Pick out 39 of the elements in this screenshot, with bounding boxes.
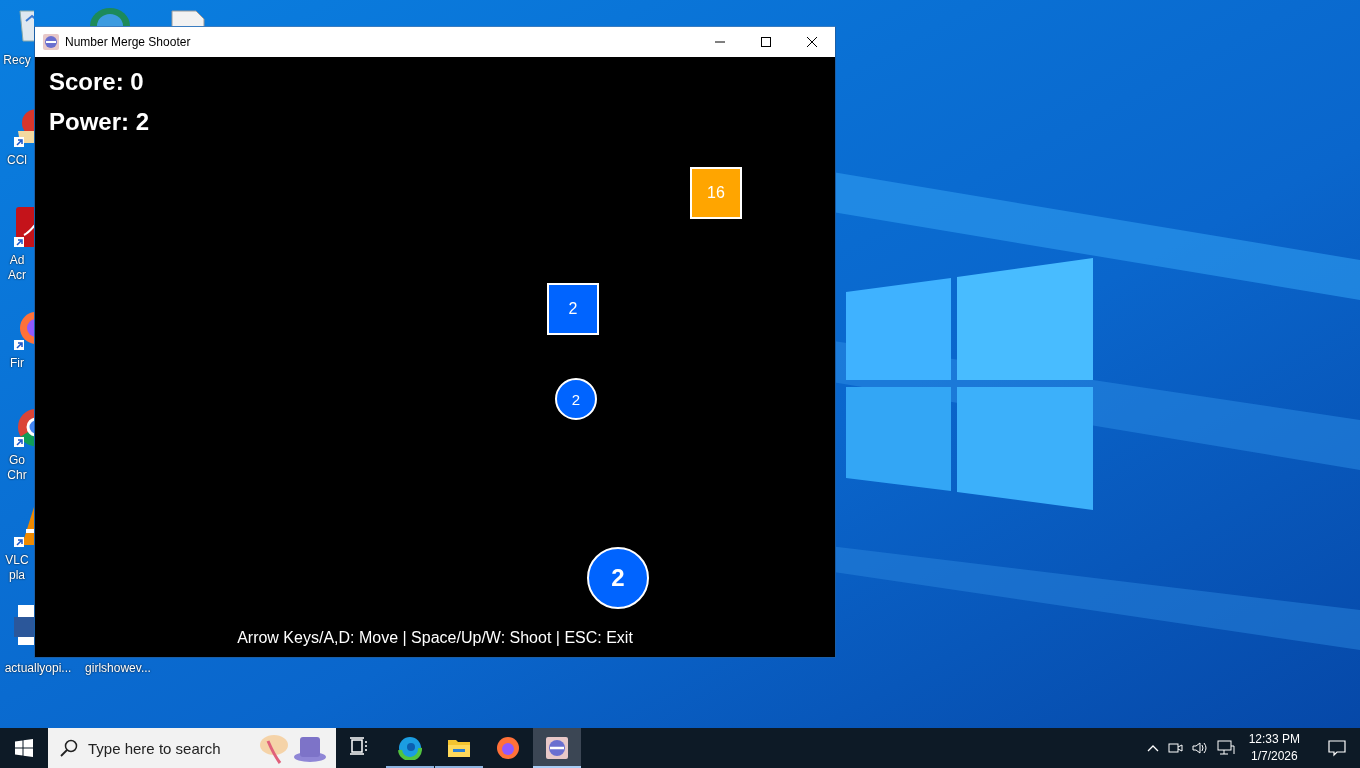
speaker-icon[interactable]: [1190, 740, 1209, 756]
shortcut-arrow-icon: [14, 237, 24, 247]
icon-label[interactable]: actuallyopi...: [0, 661, 76, 676]
icon-label[interactable]: VLC pla: [0, 553, 34, 583]
edge-icon: [398, 736, 422, 760]
network-icon[interactable]: [1216, 740, 1235, 756]
chevron-up-icon[interactable]: [1146, 744, 1159, 752]
icon-label[interactable]: girlshowev...: [80, 661, 156, 676]
number-block: 2: [547, 283, 599, 335]
player-ball: 2: [587, 547, 649, 609]
icon-label[interactable]: Go Chr: [0, 453, 34, 483]
close-icon: [807, 37, 817, 47]
icon-label[interactable]: Fir: [0, 356, 34, 371]
icon-label[interactable]: Recy: [0, 53, 34, 68]
app-taskbar-button[interactable]: [533, 728, 581, 768]
icon-label[interactable]: CCl: [0, 153, 34, 168]
firefox-icon: [496, 736, 520, 760]
shortcut-arrow-icon: [14, 137, 24, 147]
windows-logo-icon: [15, 739, 33, 757]
shortcut-arrow-icon: [14, 537, 24, 547]
icon-label[interactable]: Ad Acr: [0, 253, 34, 283]
document-icon[interactable]: [12, 603, 34, 647]
camera-icon[interactable]: [1166, 740, 1183, 756]
search-icon: [60, 739, 78, 757]
app-icon: [545, 736, 569, 760]
shortcut-arrow-icon: [14, 437, 24, 447]
controls-hint: Arrow Keys/A,D: Move | Space/Up/W: Shoot | ESC: Exit: [236, 629, 634, 647]
score-text: Score: 0: [49, 68, 145, 95]
number-block: 16: [690, 167, 742, 219]
search-bar[interactable]: Type here to search: [48, 728, 336, 768]
number-ball: 2: [555, 378, 597, 420]
notification-icon[interactable]: [1328, 739, 1346, 757]
power-text: Power: 2: [49, 108, 150, 135]
app-icon: [43, 34, 59, 50]
shortcut-arrow-icon: [14, 340, 24, 350]
maximize-icon: [761, 37, 771, 47]
window-title: Number Merge Shooter: [65, 35, 191, 49]
search-field[interactable]: Type here to search: [86, 738, 250, 758]
clock[interactable]: 12:33 PM 1/7/2026: [1242, 731, 1306, 765]
